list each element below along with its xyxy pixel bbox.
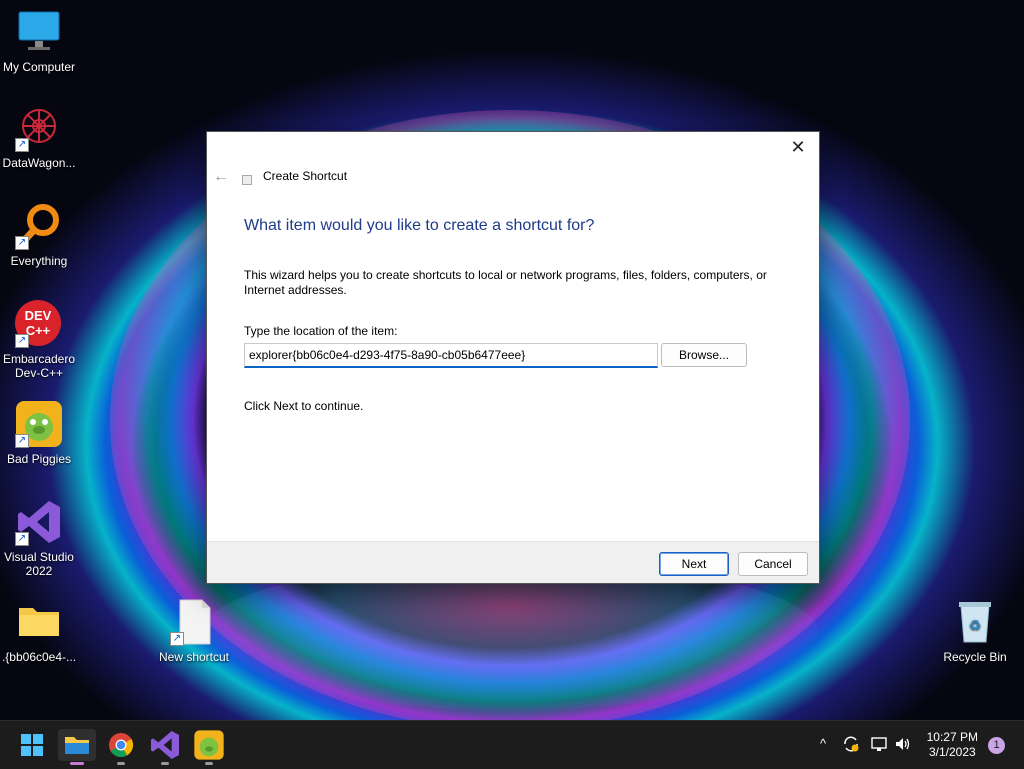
desktop-icon-label: Recycle Bin bbox=[943, 650, 1007, 664]
bad-piggies-icon: ↗ bbox=[15, 400, 63, 448]
location-input[interactable] bbox=[244, 343, 658, 368]
desktop-icon-devcpp[interactable]: DEV C++ ↗ Embarcadero Dev-C++ bbox=[0, 300, 78, 380]
visual-studio-icon bbox=[151, 731, 179, 759]
shortcut-arrow-icon: ↗ bbox=[15, 434, 29, 448]
running-indicator bbox=[161, 762, 169, 765]
close-icon[interactable]: ✕ bbox=[785, 136, 811, 158]
active-indicator bbox=[70, 762, 84, 765]
desktop-icon-label: .{bb06c0e4-... bbox=[1, 650, 77, 664]
desktop-icon-new-shortcut[interactable]: ↗ New shortcut bbox=[155, 598, 233, 664]
bad-piggies-icon bbox=[194, 730, 224, 760]
desktop-icon-label: Everything bbox=[10, 254, 68, 268]
back-arrow-icon[interactable]: ← bbox=[213, 168, 229, 186]
folder-icon bbox=[65, 737, 89, 754]
windows-logo-icon bbox=[21, 734, 43, 756]
desktop-icon-datawagon[interactable]: ↗ DataWagon... bbox=[0, 104, 78, 170]
desktop-icon-bad-piggies[interactable]: ↗ Bad Piggies bbox=[0, 400, 78, 466]
dialog-title: Create Shortcut bbox=[263, 169, 348, 183]
running-indicator bbox=[117, 762, 125, 765]
desktop-icon-recycle-bin[interactable]: ♻ Recycle Bin bbox=[936, 598, 1014, 664]
cancel-button[interactable]: Cancel bbox=[738, 552, 808, 576]
devcpp-icon: DEV C++ ↗ bbox=[15, 300, 63, 348]
svg-text:♻: ♻ bbox=[969, 617, 982, 633]
shortcut-arrow-icon: ↗ bbox=[15, 532, 29, 546]
desktop-icon-label: Bad Piggies bbox=[6, 452, 72, 466]
notification-badge[interactable]: 1 bbox=[988, 737, 1005, 754]
magnifier-icon: ↗ bbox=[15, 202, 63, 250]
running-indicator bbox=[205, 762, 213, 765]
monitor-icon bbox=[15, 8, 63, 56]
desktop-icon-label: My Computer bbox=[2, 60, 76, 74]
chrome-icon bbox=[109, 733, 134, 758]
shortcut-arrow-icon: ↗ bbox=[15, 334, 29, 348]
desktop-icon-label: Embarcadero Dev-C++ bbox=[2, 352, 76, 380]
system-tray: ^ bbox=[816, 721, 926, 769]
visual-studio-icon: ↗ bbox=[15, 498, 63, 546]
desktop-icon-label: DataWagon... bbox=[2, 156, 76, 170]
network-icon[interactable] bbox=[870, 735, 888, 753]
taskbar: ^ 10:27 PM 3/1/2023 1 bbox=[0, 720, 1024, 769]
datawagon-icon: ↗ bbox=[15, 104, 63, 152]
taskbar-file-explorer[interactable] bbox=[58, 729, 96, 765]
dialog-description: This wizard helps you to create shortcut… bbox=[244, 268, 767, 297]
desktop-icon-label: New shortcut bbox=[158, 650, 230, 664]
dialog-heading: What item would you like to create a sho… bbox=[244, 217, 595, 234]
blank-file-icon: ↗ bbox=[170, 598, 218, 646]
shortcut-arrow-icon: ↗ bbox=[15, 236, 29, 250]
desktop-icon-my-computer[interactable]: My Computer bbox=[0, 8, 78, 74]
wizard-icon bbox=[242, 175, 252, 185]
desktop-icon-folder[interactable]: .{bb06c0e4-... bbox=[0, 598, 78, 664]
volume-icon[interactable] bbox=[894, 735, 912, 753]
chevron-up-icon[interactable]: ^ bbox=[820, 736, 826, 751]
location-label: Type the location of the item: bbox=[244, 324, 398, 338]
create-shortcut-dialog: ✕ ← Create Shortcut What item would you … bbox=[206, 131, 820, 584]
shortcut-arrow-icon: ↗ bbox=[170, 632, 184, 646]
desktop-icon-everything[interactable]: ↗ Everything bbox=[0, 202, 78, 268]
taskbar-chrome[interactable] bbox=[105, 729, 137, 765]
clock-date: 3/1/2023 bbox=[928, 745, 976, 759]
next-hint-text: Click Next to continue. bbox=[244, 399, 364, 413]
desktop-icon-visual-studio[interactable]: ↗ Visual Studio 2022 bbox=[0, 498, 78, 578]
folder-icon bbox=[15, 598, 63, 646]
shortcut-arrow-icon: ↗ bbox=[15, 138, 29, 152]
dialog-footer: Next Cancel bbox=[207, 541, 819, 583]
clock-time: 10:27 PM bbox=[926, 730, 978, 744]
sync-icon[interactable] bbox=[842, 735, 860, 753]
browse-button[interactable]: Browse... bbox=[661, 343, 747, 367]
start-button[interactable] bbox=[16, 729, 48, 761]
clock[interactable]: 10:27 PM 3/1/2023 bbox=[927, 730, 978, 760]
next-button[interactable]: Next bbox=[659, 552, 729, 576]
taskbar-bad-piggies[interactable] bbox=[193, 729, 225, 765]
desktop-icon-label: Visual Studio 2022 bbox=[4, 550, 74, 578]
taskbar-visual-studio[interactable] bbox=[149, 729, 181, 765]
recycle-bin-icon: ♻ bbox=[951, 598, 999, 646]
